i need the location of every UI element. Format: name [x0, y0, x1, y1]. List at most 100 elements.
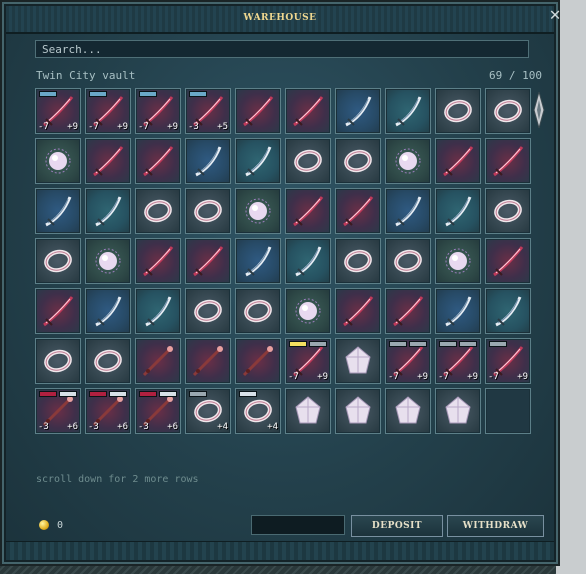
inventory-slot[interactable] [85, 138, 131, 184]
inventory-slot[interactable] [135, 188, 181, 234]
gem-icon [445, 396, 471, 424]
inventory-slot[interactable]: -3 +6 [35, 388, 81, 434]
inventory-slot[interactable]: -7 +9 [435, 338, 481, 384]
stat-plus: +9 [167, 122, 178, 132]
inventory-slot[interactable] [135, 238, 181, 284]
background-map-edge [556, 0, 586, 574]
inventory-slot[interactable] [235, 288, 281, 334]
inventory-slot[interactable] [385, 238, 431, 284]
inventory-slot[interactable] [35, 288, 81, 334]
ring-icon [344, 149, 372, 173]
inventory-slot[interactable]: -3 +6 [135, 388, 181, 434]
inventory-slot[interactable] [35, 188, 81, 234]
window-title: WAREHOUSE [243, 13, 317, 23]
staff-icon [192, 346, 223, 377]
scroll-handle[interactable] [533, 92, 545, 128]
blade-red-icon [393, 296, 424, 327]
stat-minus: -7 [388, 372, 399, 382]
inventory-slot[interactable] [485, 138, 531, 184]
inventory-slot[interactable] [85, 288, 131, 334]
inventory-slot[interactable]: +4 [185, 388, 231, 434]
inventory-slot[interactable]: -7 +9 [385, 338, 431, 384]
stat-bar [409, 341, 427, 347]
inventory-slot[interactable] [485, 188, 531, 234]
inventory-slot[interactable] [335, 288, 381, 334]
inventory-slot[interactable] [435, 388, 481, 434]
inventory-slot[interactable] [135, 288, 181, 334]
inventory-slot[interactable]: -7 +9 [35, 88, 81, 134]
inventory-slot[interactable] [435, 288, 481, 334]
inventory-slot[interactable] [385, 188, 431, 234]
inventory-slot[interactable] [335, 238, 381, 284]
inventory-slot[interactable] [285, 88, 331, 134]
inventory-slot[interactable] [285, 388, 331, 434]
inventory-slot[interactable] [185, 238, 231, 284]
inventory-slot[interactable] [135, 338, 181, 384]
withdraw-button[interactable]: WITHDRAW [447, 515, 544, 537]
inventory-slot[interactable]: -3 +5 [185, 88, 231, 134]
blade-white-icon [245, 246, 272, 277]
blade-white-icon [295, 246, 322, 277]
inventory-slot[interactable] [85, 188, 131, 234]
inventory-slot[interactable] [485, 288, 531, 334]
scroll-hint: scroll down for 2 more rows [36, 474, 199, 485]
inventory-slot[interactable] [485, 88, 531, 134]
inventory-slot[interactable] [335, 138, 381, 184]
amount-input[interactable] [251, 515, 345, 535]
inventory-slot[interactable] [285, 188, 331, 234]
inventory-slot[interactable] [35, 338, 81, 384]
stat-bar [189, 391, 207, 397]
inventory-slot[interactable] [485, 238, 531, 284]
ring-icon [94, 349, 122, 373]
inventory-slot[interactable] [185, 188, 231, 234]
stat-plus: +9 [517, 372, 528, 382]
inventory-slot[interactable]: -7 +9 [285, 338, 331, 384]
inventory-slot[interactable] [85, 338, 131, 384]
inventory-slot[interactable]: +4 [235, 388, 281, 434]
inventory-slot[interactable] [335, 188, 381, 234]
inventory-slot[interactable] [335, 338, 381, 384]
inventory-slot[interactable] [385, 388, 431, 434]
inventory-slot[interactable] [335, 388, 381, 434]
blade-white-icon [395, 96, 422, 127]
inventory-slot[interactable] [185, 288, 231, 334]
inventory-slot[interactable] [335, 88, 381, 134]
inventory-slot[interactable] [185, 338, 231, 384]
close-icon[interactable]: ✕ [546, 6, 564, 24]
inventory-slot[interactable] [85, 238, 131, 284]
inventory-slot[interactable] [185, 138, 231, 184]
inventory-slot[interactable] [285, 288, 331, 334]
inventory-slot[interactable] [435, 238, 481, 284]
stat-bar [89, 91, 107, 97]
inventory-slot[interactable] [385, 288, 431, 334]
inventory-slot[interactable] [35, 138, 81, 184]
empty-slot[interactable] [485, 388, 531, 434]
inventory-slot[interactable]: -3 +6 [85, 388, 131, 434]
inventory-slot[interactable] [385, 88, 431, 134]
inventory-slot[interactable] [35, 238, 81, 284]
inventory-slot[interactable]: -7 +9 [85, 88, 131, 134]
inventory-slot[interactable] [235, 338, 281, 384]
inventory-slot[interactable] [285, 138, 331, 184]
blade-red-icon [143, 246, 174, 277]
inventory-slot[interactable] [235, 238, 281, 284]
search-input[interactable] [35, 40, 529, 58]
inventory-slot[interactable] [435, 138, 481, 184]
gold-amount: 0 [57, 520, 64, 531]
inventory-slot[interactable] [235, 138, 281, 184]
title-bar[interactable]: WAREHOUSE [6, 6, 554, 34]
inventory-slot[interactable] [385, 138, 431, 184]
window-bottom-border [6, 541, 554, 560]
inventory-slot[interactable] [235, 88, 281, 134]
inventory-slot[interactable] [235, 188, 281, 234]
inventory-slot[interactable]: -7 +9 [485, 338, 531, 384]
gem-icon [295, 396, 321, 424]
deposit-button[interactable]: DEPOSIT [351, 515, 443, 537]
inventory-slot[interactable] [135, 138, 181, 184]
inventory-slot[interactable] [285, 238, 331, 284]
inventory-slot[interactable] [435, 88, 481, 134]
inventory-slot[interactable] [435, 188, 481, 234]
stat-bar [109, 391, 127, 397]
inventory-slot[interactable]: -7 +9 [135, 88, 181, 134]
orb-icon [295, 298, 321, 324]
